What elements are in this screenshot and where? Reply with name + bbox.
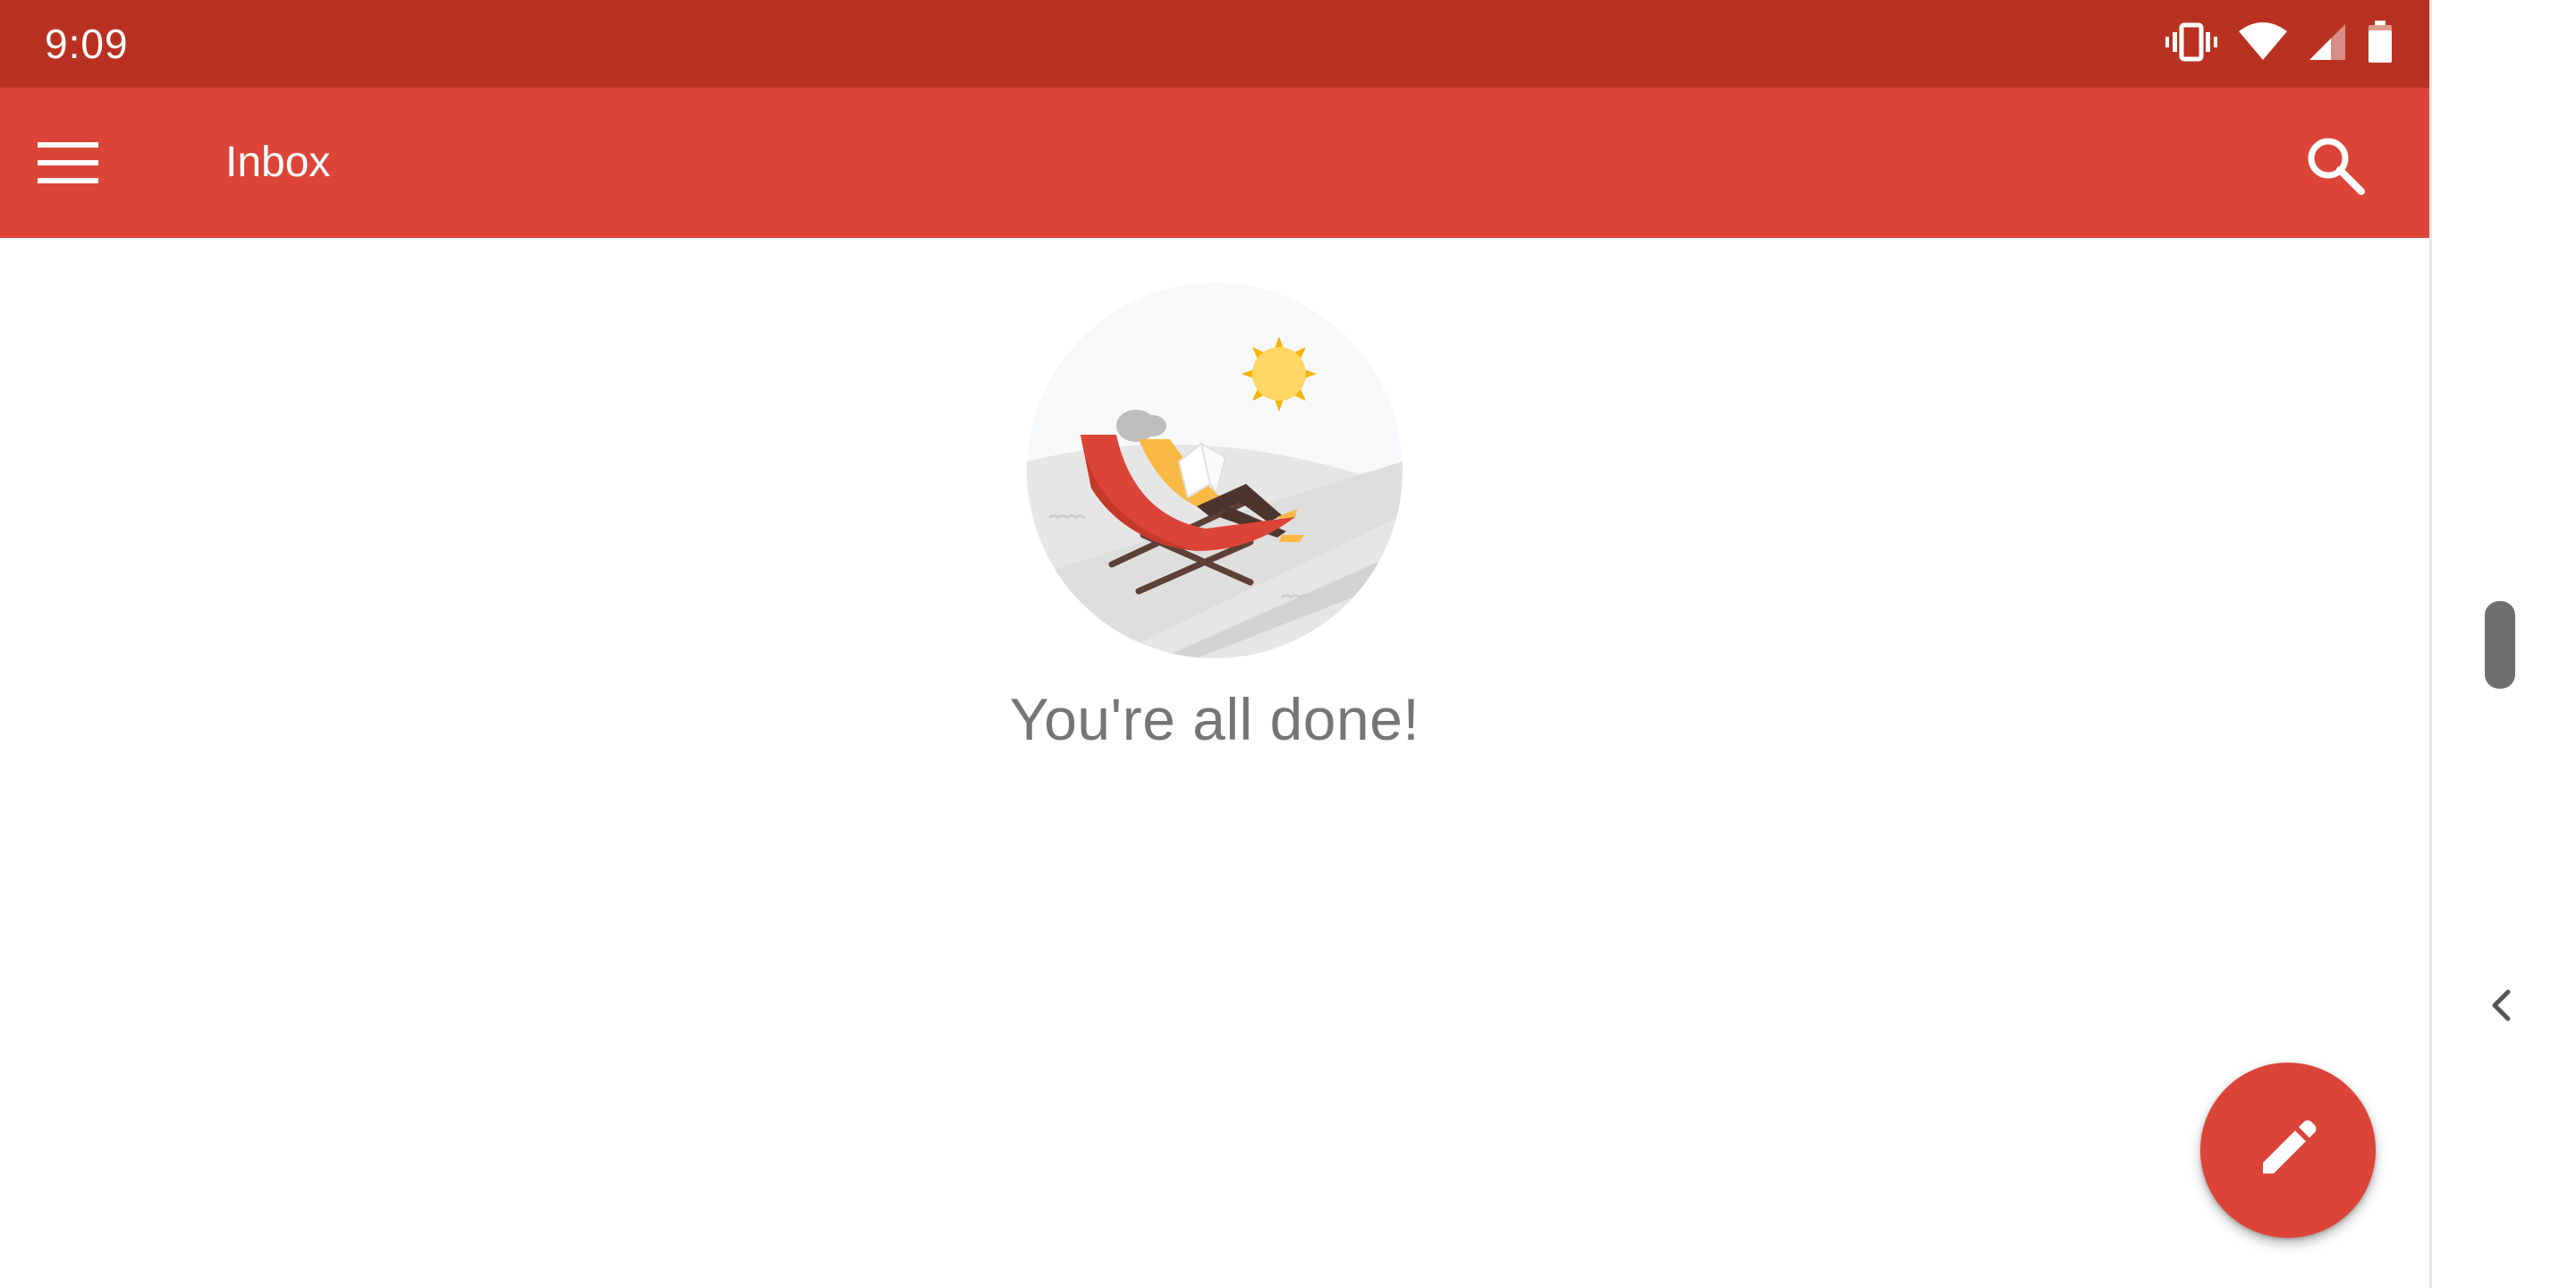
menu-button[interactable] xyxy=(38,122,138,208)
app-screen: 9:09 Inbox You're all done! xyxy=(0,0,2429,1288)
drag-handle[interactable] xyxy=(2485,601,2515,689)
empty-state-message: You're all done! xyxy=(1009,686,1420,752)
vibrate-icon xyxy=(2165,21,2218,67)
empty-state: You're all done! xyxy=(0,283,2429,753)
compose-button[interactable] xyxy=(2200,1063,2376,1238)
page-title: Inbox xyxy=(225,139,331,186)
chevron-left-icon xyxy=(2490,989,2512,1026)
status-icons xyxy=(2165,0,2394,88)
beach-chair-illustration xyxy=(1027,283,1402,658)
pencil-icon xyxy=(2256,1116,2320,1185)
search-icon xyxy=(2306,136,2365,199)
status-bar: 9:09 xyxy=(0,0,2429,88)
signal-icon xyxy=(2308,22,2347,66)
status-time: 9:09 xyxy=(45,21,129,67)
expand-panel-button[interactable] xyxy=(2483,989,2519,1025)
search-button[interactable] xyxy=(2295,127,2376,208)
hamburger-menu-icon xyxy=(38,140,98,190)
wifi-icon xyxy=(2238,21,2288,66)
battery-icon xyxy=(2367,20,2394,69)
app-bar: Inbox xyxy=(0,88,2429,238)
